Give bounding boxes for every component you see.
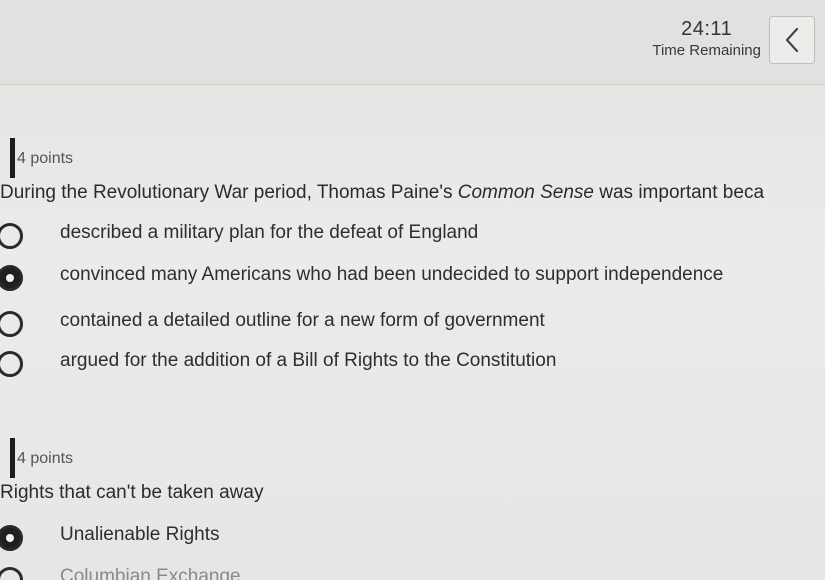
quiz-page: 24:11 Time Remaining 4 points During the…: [0, 0, 825, 580]
answer-label: contained a detailed outline for a new f…: [60, 310, 545, 331]
chevron-left-icon: [785, 27, 799, 53]
answer-option[interactable]: Columbian Exchange: [0, 564, 825, 580]
radio-button[interactable]: [0, 567, 23, 580]
timer: 24:11 Time Remaining: [652, 18, 761, 59]
question-points: 4 points: [17, 150, 74, 167]
collapse-button[interactable]: [769, 16, 815, 64]
radio-button-selected[interactable]: [0, 265, 23, 291]
radio-button-selected[interactable]: [0, 525, 23, 551]
radio-button[interactable]: [0, 223, 23, 249]
question-marker: [10, 138, 15, 178]
answer-label: Columbian Exchange: [60, 566, 241, 580]
answer-option[interactable]: contained a detailed outline for a new f…: [0, 308, 825, 340]
prompt-text-start: During the Revolutionary War period, Tho…: [0, 182, 458, 203]
header-bar: 24:11 Time Remaining: [0, 0, 825, 85]
radio-button[interactable]: [0, 311, 23, 337]
answer-option[interactable]: described a military plan for the defeat…: [0, 220, 825, 252]
answer-label: Unalienable Rights: [60, 524, 220, 545]
answer-option[interactable]: convinced many Americans who had been un…: [0, 262, 825, 294]
prompt-text-end: was important beca: [593, 182, 765, 203]
question-points: 4 points: [17, 450, 74, 467]
answer-label: argued for the addition of a Bill of Rig…: [60, 350, 557, 371]
answer-option[interactable]: argued for the addition of a Bill of Rig…: [0, 348, 825, 380]
answer-label: described a military plan for the defeat…: [60, 222, 479, 243]
radio-button[interactable]: [0, 351, 23, 377]
question-prompt: During the Revolutionary War period, Tho…: [0, 182, 764, 204]
question-marker: [10, 438, 15, 478]
answer-label: convinced many Americans who had been un…: [60, 264, 724, 285]
prompt-text-italic: Common Sense: [457, 182, 594, 203]
answer-option[interactable]: Unalienable Rights: [0, 522, 825, 554]
timer-label: Time Remaining: [652, 42, 761, 59]
timer-value: 24:11: [681, 18, 733, 40]
question-prompt: Rights that can't be taken away: [0, 482, 264, 503]
